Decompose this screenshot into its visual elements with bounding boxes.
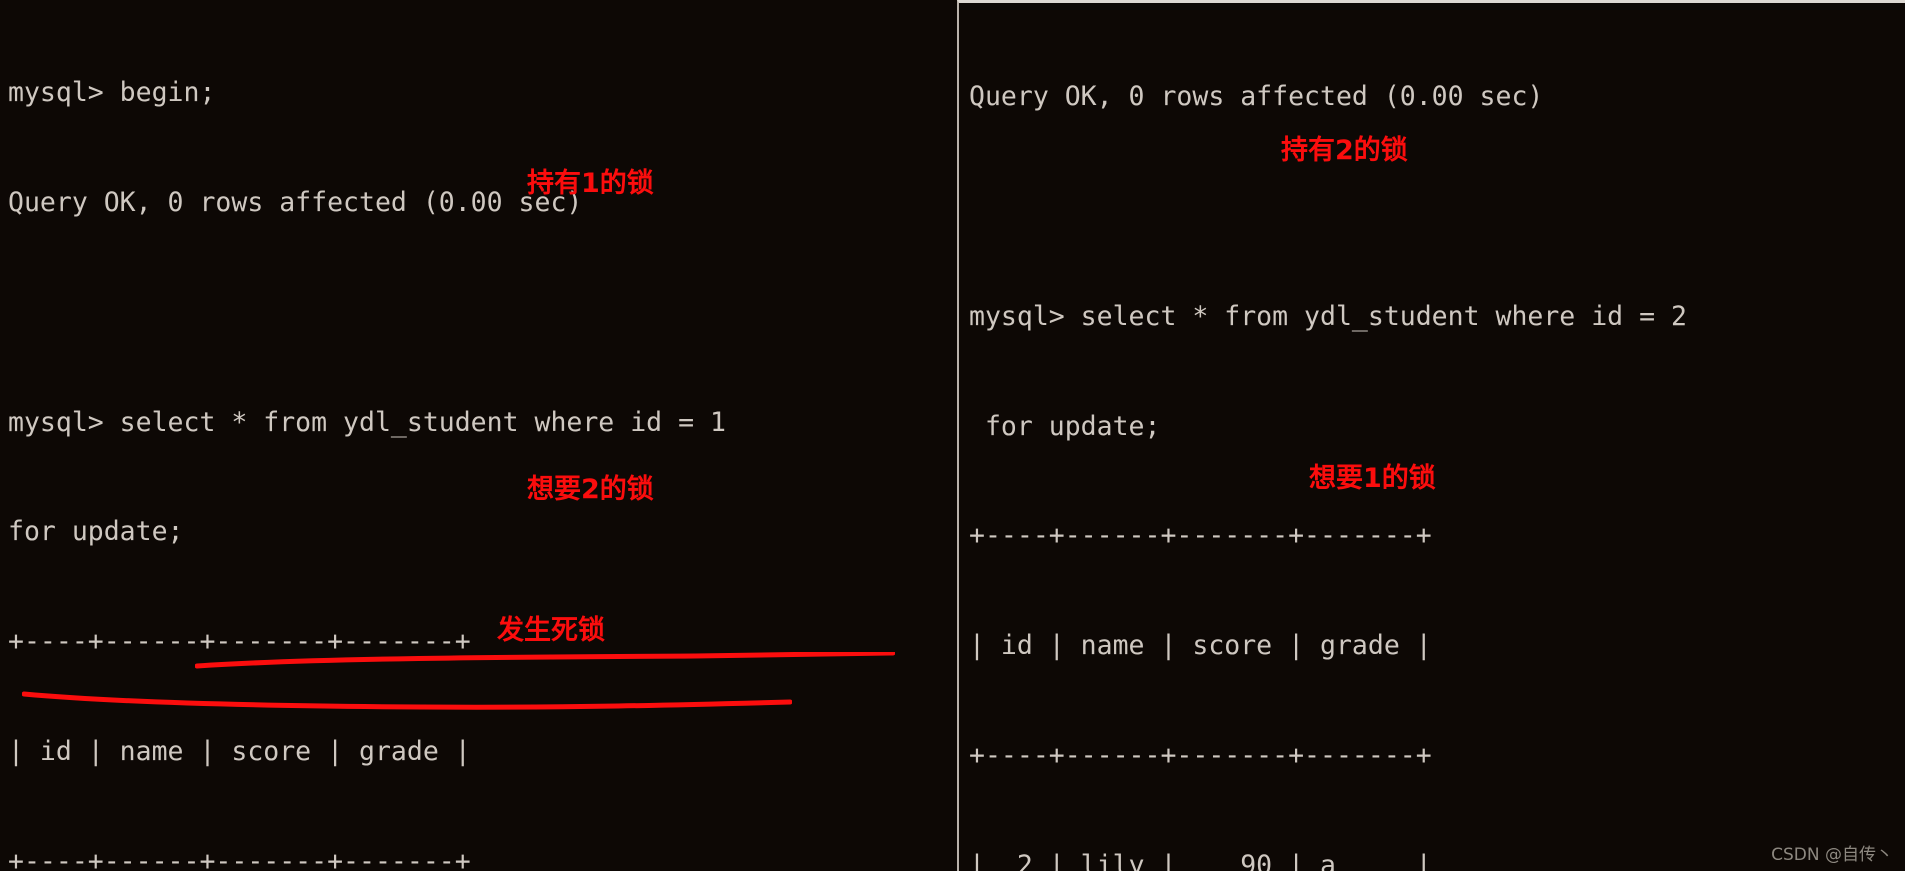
terminal-line: mysql> select * from ydl_student where i… (969, 300, 1687, 332)
watermark: CSDN @自传丶 (1771, 845, 1893, 865)
terminal-line: mysql> begin; (8, 77, 216, 109)
right-terminal-output: Query OK, 0 rows affected (0.00 sec) mys… (959, 3, 1687, 871)
table-header-row: | id | name | score | grade | (969, 630, 1432, 662)
annotation-wants-lock-2: 想要2的锁 (527, 474, 654, 505)
terminal-line: for update; (8, 516, 184, 548)
table-border: +----+------+-------+-------+ (969, 739, 1432, 771)
annotation-wants-lock-1: 想要1的锁 (1309, 463, 1436, 494)
terminal-line: for update; (969, 410, 1161, 442)
table-border: +----+------+-------+-------+ (969, 520, 1432, 552)
annotation-holds-lock-1: 持有1的锁 (527, 168, 654, 199)
terminal-line: Query OK, 0 rows affected (0.00 sec) (969, 81, 1544, 113)
table-row: | 2 | lily | 90 | a | (969, 849, 1432, 871)
annotation-holds-lock-2: 持有2的锁 (1281, 135, 1408, 166)
table-border: +----+------+-------+-------+ (8, 626, 471, 658)
right-terminal-pane[interactable]: Query OK, 0 rows affected (0.00 sec) mys… (957, 0, 1905, 871)
table-header-row: | id | name | score | grade | (8, 735, 471, 767)
left-terminal-pane[interactable]: mysql> begin; Query OK, 0 rows affected … (0, 0, 957, 871)
terminal-split-screen: mysql> begin; Query OK, 0 rows affected … (0, 0, 1905, 871)
table-border: +----+------+-------+-------+ (8, 845, 471, 871)
left-terminal-output: mysql> begin; Query OK, 0 rows affected … (0, 0, 742, 871)
terminal-line: mysql> select * from ydl_student where i… (8, 406, 726, 438)
annotation-deadlock-occurs: 发生死锁 (497, 615, 605, 646)
